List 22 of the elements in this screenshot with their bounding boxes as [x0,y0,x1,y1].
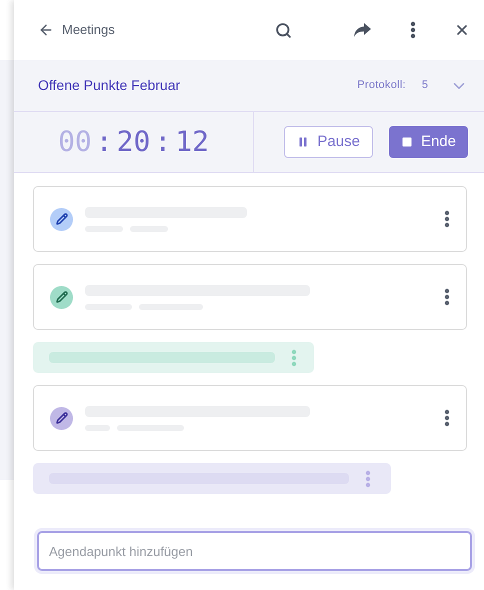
search-icon[interactable] [275,22,292,38]
more-icon[interactable] [410,21,416,39]
timer-digits: 00 [57,124,93,160]
protocol-label: Protokoll: [357,78,406,94]
more-icon[interactable] [444,288,450,306]
meeting-title: Offene Punkte Februar [38,76,180,95]
timer-digits: : [94,124,114,160]
add-agenda-input[interactable]: Agendapunkt hinzufügen [37,531,472,571]
timer-digits: : [153,124,172,160]
note-bar[interactable] [33,463,391,494]
stop-icon [400,136,413,148]
protocol-count: 5 [422,78,428,94]
back-button[interactable]: Meetings [38,20,115,40]
more-icon[interactable] [444,210,450,228]
share-icon[interactable] [354,23,371,37]
pause-button[interactable]: Pause [284,126,373,158]
timer-digits: 12 [174,124,210,160]
timer-digits: 20 [116,124,152,160]
more-icon[interactable] [444,409,450,427]
note-bar[interactable] [33,342,314,373]
pause-icon [297,136,310,148]
end-button[interactable]: Ende [388,126,468,158]
